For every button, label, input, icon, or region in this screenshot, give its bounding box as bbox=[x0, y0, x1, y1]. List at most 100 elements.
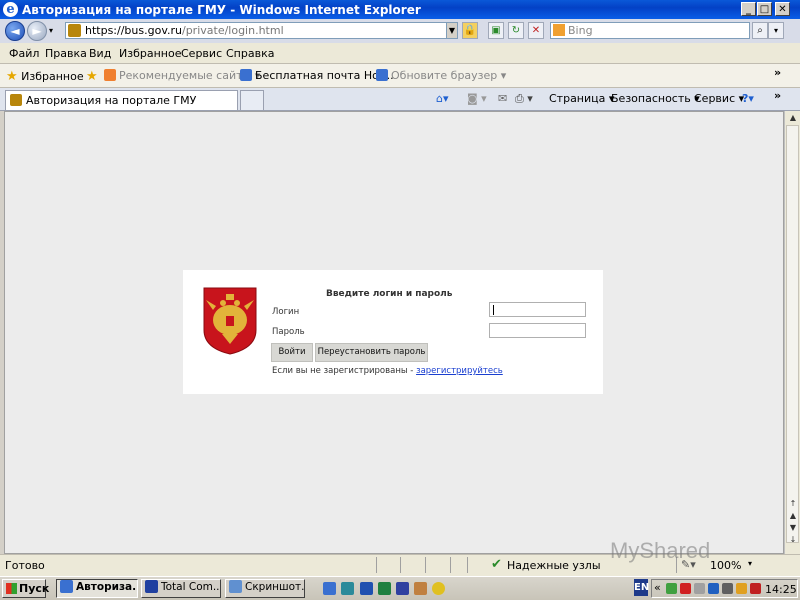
close-window-button[interactable]: ✕ bbox=[775, 2, 790, 16]
task-total-commander[interactable]: Total Com... bbox=[141, 579, 221, 598]
favorites-button[interactable]: ★ Избранное bbox=[6, 69, 84, 84]
suggested-sites-icon bbox=[104, 69, 116, 81]
search-input[interactable]: Bing bbox=[550, 22, 750, 39]
address-dropdown-button[interactable]: ▼ bbox=[446, 22, 458, 39]
stop-icon[interactable]: ✕ bbox=[528, 22, 544, 39]
url-path: /private/login.html bbox=[181, 24, 284, 37]
menu-favorites[interactable]: Избранное bbox=[119, 47, 181, 60]
page-menu-button[interactable]: Страница ▾ bbox=[549, 92, 614, 105]
print-icon[interactable]: ⎙ ▾ bbox=[515, 92, 533, 106]
fav-update-browser[interactable]: Обновите браузер ▾ bbox=[376, 69, 506, 82]
tools-menu-button[interactable]: Сервис ▾ bbox=[694, 92, 744, 105]
ie-logo-icon: e bbox=[3, 2, 18, 17]
favorites-overflow-button[interactable]: » bbox=[774, 66, 781, 79]
quicklaunch-word-icon[interactable] bbox=[360, 582, 373, 595]
site-favicon-icon bbox=[10, 94, 22, 106]
security-zone[interactable]: Надежные узлы bbox=[507, 559, 601, 572]
login-submit-button[interactable]: Войти bbox=[271, 343, 313, 362]
register-link[interactable]: зарегистрируйтесь bbox=[416, 366, 503, 376]
tab-active[interactable]: Авторизация на портале ГМУ bbox=[5, 90, 238, 110]
tab-label: Авторизация на портале ГМУ bbox=[26, 94, 197, 107]
zoom-level[interactable]: 100% bbox=[710, 559, 741, 572]
menu-file[interactable]: Файл bbox=[9, 47, 39, 60]
menu-bar: Файл Правка Вид Избранное Сервис Справка bbox=[0, 43, 800, 64]
lock-icon[interactable]: 🔒 bbox=[462, 22, 478, 39]
home-icon[interactable]: ⌂▾ bbox=[436, 92, 449, 105]
reset-password-button[interactable]: Переустановить пароль bbox=[315, 343, 428, 362]
url-host: https://bus.gov.ru bbox=[85, 24, 182, 37]
task-ie[interactable]: Авториза... bbox=[56, 579, 138, 598]
favorites-star-icon: ★ bbox=[6, 69, 18, 84]
scroll-down-icon[interactable]: ↓ bbox=[787, 535, 799, 545]
mail-icon[interactable]: ✉ bbox=[498, 92, 507, 105]
login-label: Логин bbox=[272, 307, 300, 317]
favorites-bar: ★ Избранное ★ Рекомендуемые сайты ▾ Бесп… bbox=[0, 64, 800, 88]
search-options-icon[interactable]: ▾ bbox=[768, 22, 784, 39]
forward-button[interactable]: ► bbox=[27, 21, 47, 41]
compatibility-view-icon[interactable]: ▣ bbox=[488, 22, 504, 39]
login-title: Введите логин и пароль bbox=[326, 289, 453, 299]
tray-app-icon[interactable] bbox=[694, 583, 705, 594]
fav-hotmail[interactable]: Бесплатная почта Hot... bbox=[240, 69, 394, 82]
menu-tools[interactable]: Сервис bbox=[181, 47, 222, 60]
add-favorite-icon[interactable]: ★ bbox=[86, 69, 98, 84]
bing-icon bbox=[553, 24, 565, 36]
scroll-thumb[interactable] bbox=[786, 125, 799, 543]
scroll-up-icon[interactable]: ↑ bbox=[787, 499, 799, 509]
registration-note: Если вы не зарегистрированы - зарегистри… bbox=[272, 366, 503, 376]
quicklaunch-app-icon[interactable] bbox=[432, 582, 445, 595]
password-input[interactable] bbox=[489, 323, 586, 338]
new-tab-button[interactable] bbox=[240, 90, 264, 110]
window-title: Авторизация на портале ГМУ - Windows Int… bbox=[22, 3, 421, 17]
minimize-button[interactable]: _ bbox=[741, 2, 756, 16]
history-dropdown-icon[interactable]: ▾ bbox=[49, 26, 53, 35]
menu-view[interactable]: Вид bbox=[89, 47, 111, 60]
system-tray: « 14:25 bbox=[651, 579, 798, 598]
task-screenshot[interactable]: Скриншот... bbox=[225, 579, 305, 598]
tray-antivirus-icon[interactable] bbox=[680, 583, 691, 594]
quicklaunch-app-icon[interactable] bbox=[341, 582, 354, 595]
status-divider bbox=[400, 557, 401, 573]
menu-help[interactable]: Справка bbox=[226, 47, 274, 60]
watermark: MyShared bbox=[610, 538, 711, 563]
scroll-up-icon[interactable]: ▲ bbox=[787, 113, 799, 123]
tray-network-icon[interactable] bbox=[708, 583, 719, 594]
commands-overflow-button[interactable]: » bbox=[774, 89, 781, 102]
scroll-up-icon[interactable]: ▲ bbox=[787, 511, 799, 521]
scroll-down-icon[interactable]: ▼ bbox=[787, 523, 799, 533]
password-label: Пароль bbox=[272, 327, 305, 337]
back-button[interactable]: ◄ bbox=[5, 21, 25, 41]
screenshot-app-icon bbox=[229, 580, 242, 593]
search-icon[interactable]: ⌕ bbox=[752, 22, 768, 39]
tray-expand-icon[interactable]: « bbox=[654, 581, 661, 594]
address-toolbar: ◄ ► ▾ https://bus.gov.ru/private/login.h… bbox=[0, 19, 800, 43]
address-input[interactable]: https://bus.gov.ru/private/login.html bbox=[65, 22, 458, 39]
status-divider bbox=[467, 557, 468, 573]
clock[interactable]: 14:25 bbox=[765, 583, 797, 596]
start-button[interactable]: Пуск bbox=[2, 579, 49, 598]
text-cursor bbox=[493, 305, 494, 315]
quicklaunch-ie-icon[interactable] bbox=[323, 582, 336, 595]
feeds-icon[interactable]: ◙ ▾ bbox=[467, 92, 487, 105]
fav-suggested-sites[interactable]: Рекомендуемые сайты ▾ bbox=[104, 69, 260, 82]
safety-menu-button[interactable]: Безопасность ▾ bbox=[611, 92, 700, 105]
vertical-scrollbar[interactable]: ▲ ↑ ▲ ▼ ↓ bbox=[784, 111, 800, 554]
zoom-dropdown-icon[interactable]: ▾ bbox=[748, 559, 752, 568]
tray-app-icon[interactable] bbox=[722, 583, 733, 594]
maximize-button[interactable]: □ bbox=[757, 2, 772, 16]
login-input[interactable] bbox=[489, 302, 586, 317]
quicklaunch-app-icon[interactable] bbox=[414, 582, 427, 595]
refresh-icon[interactable]: ↻ bbox=[508, 22, 524, 39]
quicklaunch-excel-icon[interactable] bbox=[378, 582, 391, 595]
keyboard-layout-icon[interactable]: EN bbox=[634, 579, 649, 596]
tray-app-icon[interactable] bbox=[666, 583, 677, 594]
help-icon[interactable]: ?▾ bbox=[742, 92, 754, 105]
quicklaunch-save-icon[interactable] bbox=[396, 582, 409, 595]
tray-shield-icon[interactable] bbox=[750, 583, 761, 594]
menu-edit[interactable]: Правка bbox=[45, 47, 87, 60]
windows-logo-icon bbox=[6, 583, 17, 594]
registration-text: Если вы не зарегистрированы - bbox=[272, 366, 414, 376]
window-title-bar[interactable]: e Авторизация на портале ГМУ - Windows I… bbox=[0, 0, 800, 19]
ie-page-icon bbox=[240, 69, 252, 81]
tray-app-icon[interactable] bbox=[736, 583, 747, 594]
